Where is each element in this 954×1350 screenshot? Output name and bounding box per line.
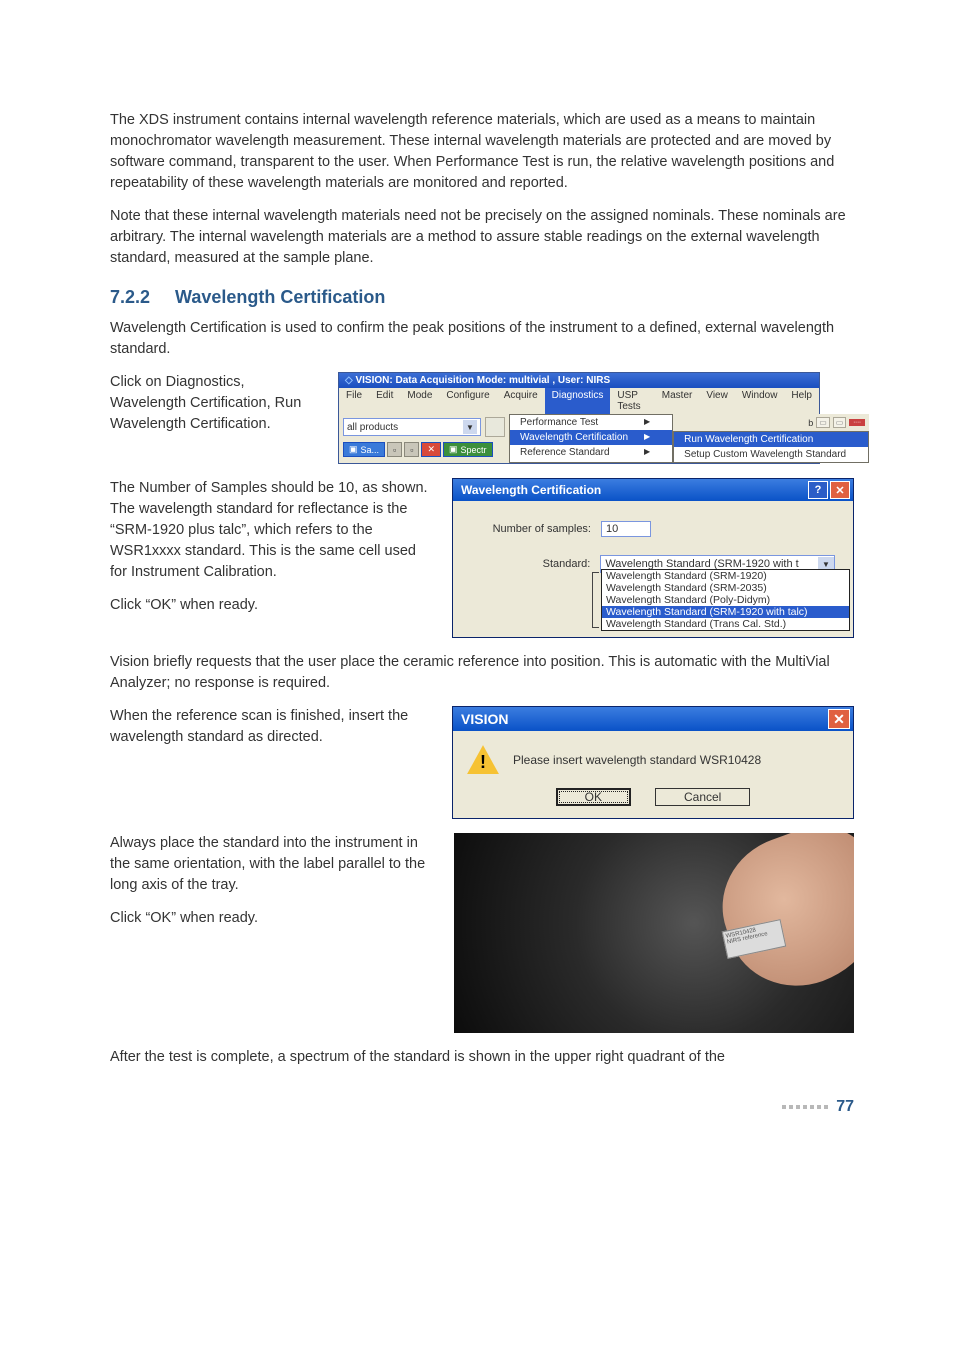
messagebox-titlebar: VISION ✕ [453,707,853,731]
standard-dropdown-list: Wavelength Standard (SRM-1920) Wavelengt… [601,569,850,631]
ok-button[interactable]: OK [556,788,631,806]
submenu-item[interactable]: Setup Custom Wavelength Standard [674,447,868,462]
product-combo[interactable]: all products▼ [343,418,481,436]
paragraph: Vision briefly requests that the user pl… [110,652,854,694]
task-button[interactable]: ▫ [387,442,402,457]
diagnostics-submenu: Performance Test▶ Wavelength Certificati… [509,414,673,463]
toolbar-chip: ▭ [816,417,830,428]
page-footer: 77 [110,1098,854,1116]
paragraph: Click “OK” when ready. [110,908,436,929]
toolbar-button[interactable] [485,417,505,437]
paragraph: Click “OK” when ready. [110,595,434,616]
paragraph: The Number of Samples should be 10, as s… [110,478,434,583]
menu-item[interactable]: Configure [439,388,496,414]
paragraph: The XDS instrument contains internal wav… [110,110,854,194]
document-page: The XDS instrument contains internal wav… [0,0,954,1156]
menu-item-open[interactable]: Diagnostics [545,388,611,414]
dropdown-option-selected[interactable]: Wavelength Standard (SRM-1920 with talc) [602,606,849,618]
num-samples-label: Number of samples: [471,523,591,535]
submenu-item[interactable]: Reference Standard▶ [510,445,672,460]
menu-item[interactable]: File [339,388,369,414]
section-title: Wavelength Certification [175,287,385,307]
dropdown-option[interactable]: Wavelength Standard (Poly-Didym) [602,594,849,606]
wc-submenu: Run Wavelength Certification Setup Custo… [673,431,869,463]
instrument-photo: WSR10428 NIRS reference [454,833,854,1033]
submenu-item-selected[interactable]: Run Wavelength Certification [674,432,868,447]
menu-item[interactable]: USP Tests [610,388,654,414]
chevron-down-icon: ▼ [463,420,477,434]
warning-icon: ! [467,745,499,774]
menu-item[interactable]: Master [655,388,700,414]
close-icon[interactable]: ✕ [830,481,850,499]
paragraph: Wavelength Certification is used to conf… [110,318,854,360]
submenu-item[interactable]: Performance Test▶ [510,415,672,430]
paragraph: After the test is complete, a spectrum o… [110,1047,854,1068]
paragraph: When the reference scan is finished, ins… [110,706,434,748]
close-button[interactable]: ✕ [421,442,441,457]
dropdown-option[interactable]: Wavelength Standard (SRM-2035) [602,582,849,594]
menu-item[interactable]: Mode [400,388,439,414]
cancel-button[interactable]: Cancel [655,788,750,806]
messagebox-text: Please insert wavelength standard WSR104… [513,753,761,767]
menu-item[interactable]: Help [784,388,819,414]
paragraph: Click on Diagnostics, Wavelength Certifi… [110,372,320,435]
menu-item[interactable]: Window [735,388,785,414]
task-button[interactable]: ▣Spectr [443,442,493,457]
wavelength-cert-dialog: Wavelength Certification ? ✕ Number of s… [452,478,854,638]
paragraph: Note that these internal wavelength mate… [110,206,854,269]
submenu-item-selected[interactable]: Wavelength Certification▶ [510,430,672,445]
standard-label: Standard: [471,558,590,570]
paragraph: Always place the standard into the instr… [110,833,436,896]
toolbar-chip: ∙∙∙∙ [849,419,865,426]
menu-item[interactable]: View [699,388,735,414]
section-heading: 7.2.2 Wavelength Certification [110,287,854,308]
dropdown-option[interactable]: Wavelength Standard (Trans Cal. Std.) [602,618,849,630]
task-button[interactable]: ▣Sa... [343,442,385,457]
help-icon[interactable]: ? [808,481,828,499]
vision-messagebox: VISION ✕ ! Please insert wavelength stan… [452,706,854,819]
footer-dots-icon [782,1105,828,1109]
menubar: File Edit Mode Configure Acquire Diagnos… [339,388,819,414]
app-window-screenshot: ◇ VISION: Data Acquisition Mode: multivi… [338,372,820,464]
menu-item[interactable]: Edit [369,388,400,414]
close-icon[interactable]: ✕ [828,709,850,729]
section-number: 7.2.2 [110,287,170,308]
page-number: 77 [836,1098,854,1116]
dialog-titlebar: Wavelength Certification ? ✕ [453,479,853,501]
task-button[interactable]: ▫ [404,442,419,457]
menu-item[interactable]: Acquire [497,388,545,414]
num-samples-input[interactable]: 10 [601,521,651,537]
dropdown-option[interactable]: Wavelength Standard (SRM-1920) [602,570,849,582]
window-titlebar: ◇ VISION: Data Acquisition Mode: multivi… [339,373,819,388]
toolbar-chip: ▭ [833,417,847,428]
